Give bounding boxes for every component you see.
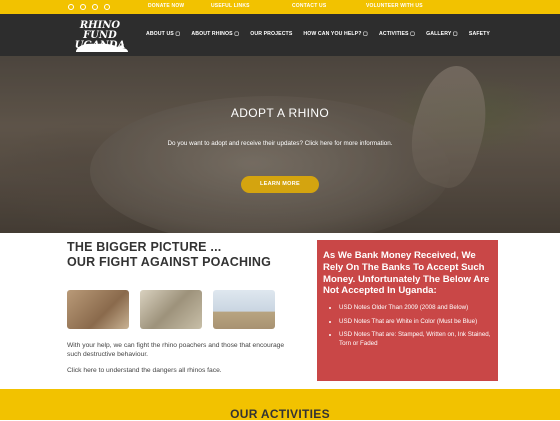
poaching-photo-2[interactable] — [140, 290, 202, 329]
nav-menu: ABOUT US ▢ ABOUT RHINOS ▢ OUR PROJECTS H… — [146, 31, 490, 37]
section-heading: THE BIGGER PICTURE ... OUR FIGHT AGAINST… — [67, 240, 272, 269]
chevron-down-icon: ▢ — [234, 31, 240, 37]
poaching-photo-1[interactable] — [67, 290, 129, 329]
social-circle-icon[interactable] — [104, 4, 110, 10]
social-circle-icon[interactable] — [68, 4, 74, 10]
nav-item-about-rhinos[interactable]: ABOUT RHINOS ▢ — [191, 31, 239, 37]
nav-item-safety[interactable]: SAFETY — [469, 31, 490, 37]
poaching-photo-3[interactable] — [213, 290, 275, 329]
hero-title: ADOPT A RHINO — [230, 106, 330, 120]
social-circle-icon[interactable] — [80, 4, 86, 10]
nav-item-our-projects[interactable]: OUR PROJECTS — [250, 31, 292, 37]
activities-section: OUR ACTIVITIES — [0, 389, 560, 421]
poaching-paragraph: With your help, we can fight the rhino p… — [67, 342, 285, 358]
poaching-gallery — [67, 290, 275, 329]
learn-more-button[interactable]: LEARN MORE — [241, 176, 319, 193]
nav-item-about-us[interactable]: ABOUT US ▢ — [146, 31, 180, 37]
donate-now-link[interactable]: DONATE NOW — [148, 3, 184, 9]
contact-us-link[interactable]: CONTACT US — [292, 3, 326, 9]
rhino-fund-logo[interactable]: RHINO FUND UGANDA — [70, 19, 132, 53]
nav-item-how-can-you-help[interactable]: HOW CAN YOU HELP? ▢ — [303, 31, 368, 37]
useful-links-link[interactable]: USEFUL LINKS — [211, 3, 250, 9]
rhino-silhouette-icon — [76, 43, 128, 52]
currency-notice: As We Bank Money Received, We Rely On Th… — [317, 240, 498, 381]
activities-title: OUR ACTIVITIES — [230, 407, 330, 421]
notice-item: USD Notes That are: Stamped, Written on,… — [339, 331, 492, 348]
social-circle-icon[interactable] — [92, 4, 98, 10]
social-links — [68, 4, 110, 10]
notice-list: USD Notes Older Than 2009 (2008 and Belo… — [323, 304, 492, 348]
hero-text-link[interactable]: Do you want to adopt and receive their u… — [0, 140, 560, 147]
chevron-down-icon: ▢ — [452, 31, 458, 37]
notice-item: USD Notes Older Than 2009 (2008 and Belo… — [339, 304, 492, 313]
volunteer-link[interactable]: VOLUNTEER WITH US — [366, 3, 423, 9]
nav-item-activities[interactable]: ACTIVITIES ▢ — [379, 31, 415, 37]
chevron-down-icon: ▢ — [410, 31, 416, 37]
hero-banner: ADOPT A RHINO Do you want to adopt and r… — [0, 56, 560, 233]
chevron-down-icon: ▢ — [363, 31, 369, 37]
chevron-down-icon: ▢ — [175, 31, 181, 37]
main-navigation: RHINO FUND UGANDA ABOUT US ▢ ABOUT RHINO… — [0, 14, 560, 56]
nav-item-gallery[interactable]: GALLERY ▢ — [426, 31, 458, 37]
dangers-link[interactable]: Click here to understand the dangers all… — [67, 366, 287, 375]
top-bar: DONATE NOW USEFUL LINKS CONTACT US VOLUN… — [0, 0, 560, 14]
notice-heading: As We Bank Money Received, We Rely On Th… — [323, 250, 490, 297]
notice-item: USD Notes That are White in Color (Must … — [339, 318, 492, 327]
